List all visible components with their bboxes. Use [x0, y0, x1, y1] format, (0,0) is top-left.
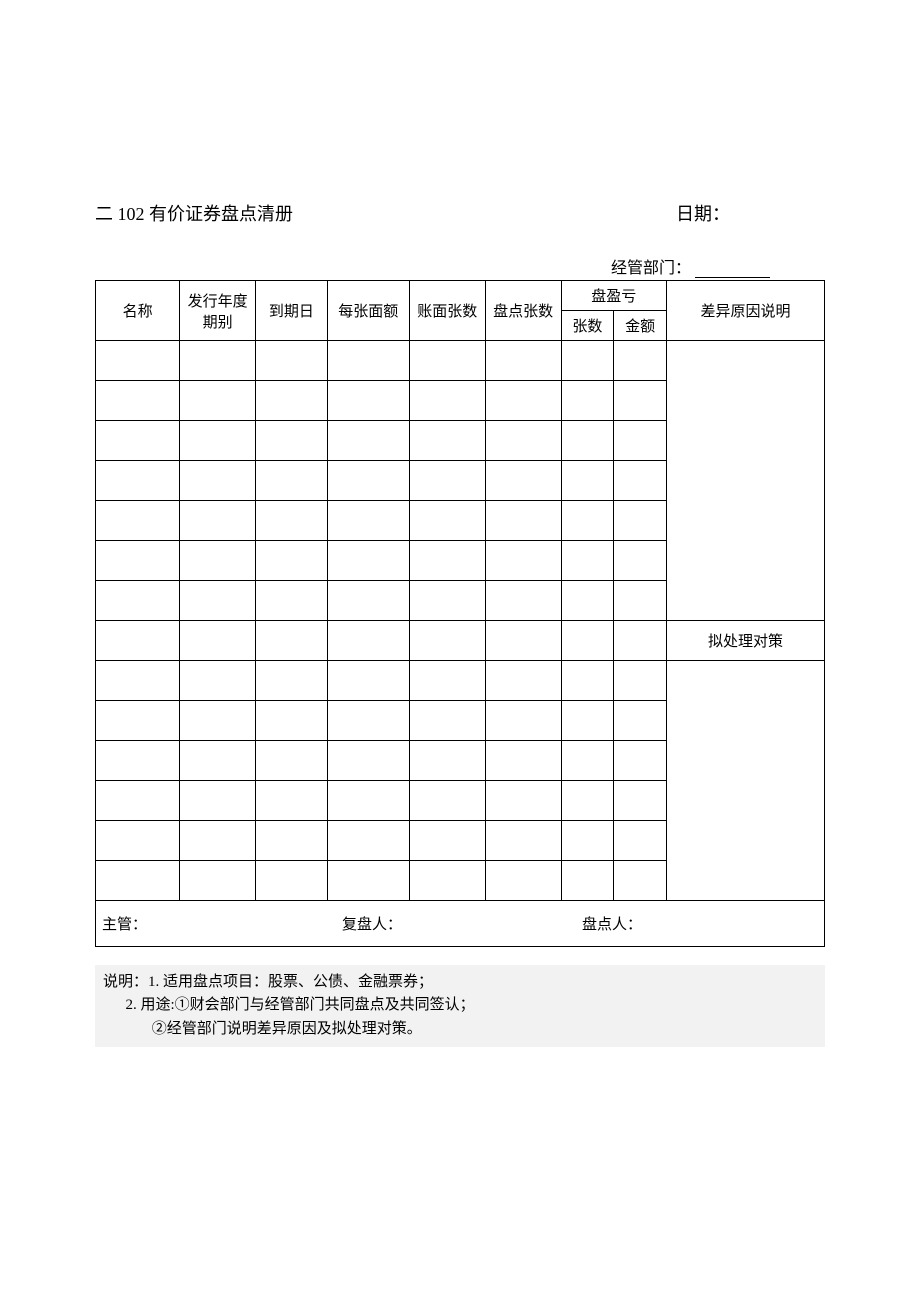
table-row: 拟处理对策: [96, 621, 825, 661]
col-book-count: 账面张数: [409, 281, 485, 341]
date-label: 日期：: [676, 200, 730, 226]
col-variance-reason: 差异原因说明: [666, 281, 824, 341]
countermeasure-cell: [666, 661, 824, 901]
signature-row: 主管： 复盘人： 盘点人：: [96, 901, 825, 947]
counter-label: 盘点人：: [582, 913, 822, 934]
col-gl-amount: 金额: [614, 311, 667, 341]
col-actual-count: 盘点张数: [485, 281, 561, 341]
inventory-table: 名称 发行年度期别 到期日 每张面额 账面张数 盘点张数 盘盈亏 差异原因说明 …: [95, 280, 825, 947]
department-label: 经管部门：: [611, 260, 691, 277]
col-due-date: 到期日: [256, 281, 328, 341]
table-row: [96, 341, 825, 381]
col-gl-count: 张数: [561, 311, 614, 341]
countermeasure-label-cell: 拟处理对策: [666, 621, 824, 661]
col-gain-loss: 盘盈亏: [561, 281, 666, 311]
col-issue-period: 发行年度期别: [180, 281, 256, 341]
note-line-3: ②经管部门说明差异原因及拟处理对策。: [103, 1018, 817, 1041]
reviewer-label: 复盘人：: [342, 913, 582, 934]
notes-block: 说明：1. 适用盘点项目：股票、公债、金融票券； 2. 用途:①财会部门与经管部…: [95, 965, 825, 1047]
supervisor-label: 主管：: [102, 913, 342, 934]
note-line-2: 2. 用途:①财会部门与经管部门共同盘点及共同签认；: [103, 994, 817, 1017]
col-face-value: 每张面额: [327, 281, 409, 341]
table-row: [96, 661, 825, 701]
note-line-1: 说明：1. 适用盘点项目：股票、公债、金融票券；: [103, 971, 817, 994]
page-title: 二 102 有价证券盘点清册: [95, 200, 293, 226]
department-underline: [695, 277, 770, 278]
variance-reason-cell: [666, 341, 824, 621]
col-name: 名称: [96, 281, 180, 341]
